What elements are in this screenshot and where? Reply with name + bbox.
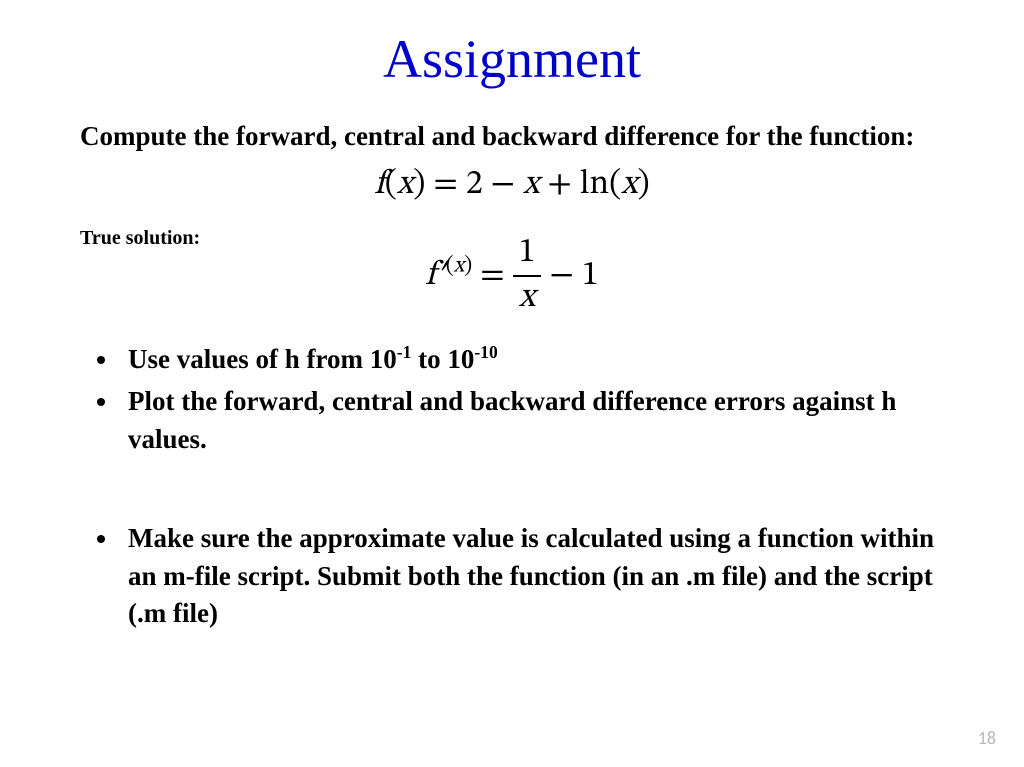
eq2-prime: ′ bbox=[436, 259, 446, 293]
bullet-list: Use values of h from 10-1 to 10-10 Plot … bbox=[80, 340, 944, 458]
eq2-fraction: 1x bbox=[513, 232, 542, 320]
spacer bbox=[80, 486, 944, 512]
eq2-minus: − bbox=[541, 259, 581, 293]
b1-part-b: to 10 bbox=[411, 344, 474, 374]
eq1-close: ) bbox=[413, 168, 425, 202]
eq1-x2: x bbox=[523, 168, 539, 202]
page-number: 18 bbox=[978, 727, 996, 749]
bullet-3: Make sure the approximate value is calcu… bbox=[120, 520, 944, 633]
slide-title: Assignment bbox=[80, 28, 944, 90]
eq1-eq: = bbox=[425, 168, 465, 202]
eq1-close2: ) bbox=[638, 168, 650, 202]
b1-part-a: Use values of h from 10 bbox=[128, 344, 397, 374]
eq1-ln: ln( bbox=[580, 168, 621, 202]
derivative-equation: f′(x) = 1x − 1 bbox=[80, 232, 944, 320]
eq1-f: f bbox=[374, 168, 384, 202]
eq2-den: x bbox=[513, 275, 542, 320]
eq2-sup-x: x bbox=[454, 256, 465, 278]
function-equation: f(x) = 2 − x + ln(x) bbox=[80, 164, 944, 207]
eq2-sup: (x) bbox=[446, 256, 472, 278]
eq1-minus: − bbox=[491, 168, 523, 202]
slide-content: Assignment Compute the forward, central … bbox=[0, 0, 1024, 767]
intro-text: Compute the forward, central and backwar… bbox=[80, 118, 944, 154]
eq2-sup-open: ( bbox=[446, 256, 454, 278]
eq1-plus: + bbox=[539, 168, 579, 202]
eq1-two: 2 bbox=[466, 168, 491, 202]
eq2-one: 1 bbox=[582, 259, 599, 293]
b1-sup2: -10 bbox=[474, 342, 497, 362]
bullet-list-2: Make sure the approximate value is calcu… bbox=[80, 520, 944, 633]
bullet-1: Use values of h from 10-1 to 10-10 bbox=[120, 340, 944, 379]
eq1-x3: x bbox=[621, 168, 637, 202]
eq2-eq: = bbox=[472, 259, 512, 293]
b1-sup1: -1 bbox=[397, 342, 412, 362]
eq1-x: x bbox=[397, 168, 413, 202]
bullet-2: Plot the forward, central and backward d… bbox=[120, 383, 944, 459]
eq2-f: f bbox=[425, 259, 435, 293]
eq2-sup-close: ) bbox=[464, 256, 472, 278]
eq2-num: 1 bbox=[513, 232, 542, 275]
eq1-open: ( bbox=[385, 168, 397, 202]
